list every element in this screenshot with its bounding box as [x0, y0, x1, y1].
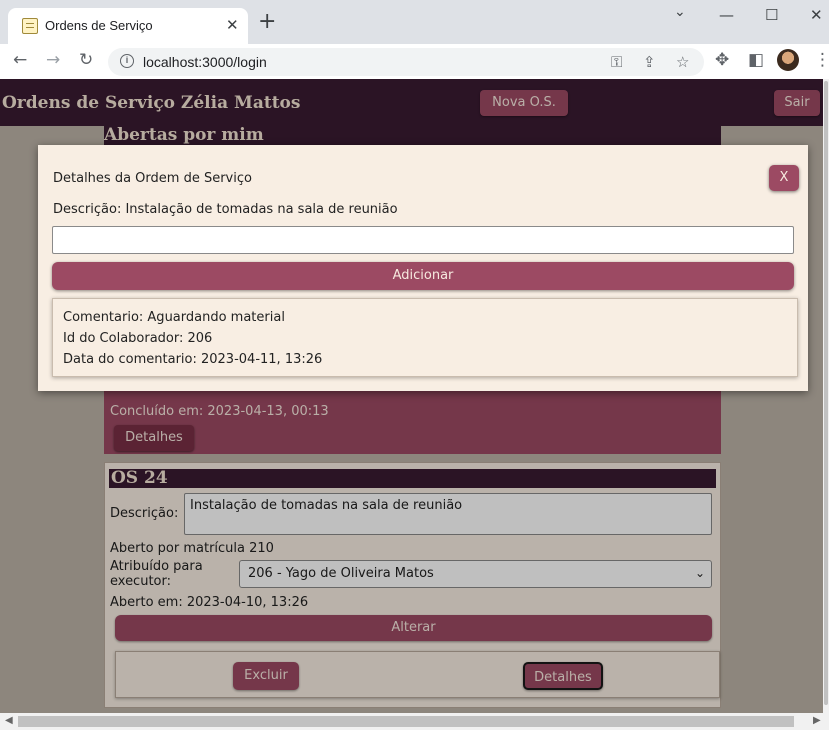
site-info-icon[interactable]: i	[120, 54, 134, 68]
tab-search-chevron-icon[interactable]: ⌄	[674, 4, 686, 20]
comment-date: Data do comentario: 2023-04-11, 13:26	[63, 352, 323, 367]
page-favicon-icon	[22, 18, 38, 34]
window-close-icon[interactable]: ✕	[810, 6, 823, 24]
new-tab-icon[interactable]: +	[258, 11, 276, 33]
scroll-right-icon[interactable]: ▶	[813, 715, 821, 726]
vertical-scrollbar[interactable]	[823, 79, 829, 713]
modal-title: Detalhes da Ordem de Serviço	[53, 171, 252, 186]
side-panel-icon[interactable]: ◧	[748, 50, 764, 70]
vertical-scroll-thumb[interactable]	[824, 81, 828, 705]
profile-avatar[interactable]	[777, 49, 799, 71]
extensions-puzzle-icon[interactable]: ✥	[715, 50, 729, 70]
back-arrow-icon[interactable]: ←	[13, 50, 27, 70]
page-viewport: Ordens de Serviço Zélia Mattos Nova O.S.…	[0, 79, 829, 713]
comment-collaborator: Id do Colaborador: 206	[63, 331, 213, 346]
reload-icon[interactable]: ↻	[79, 50, 93, 70]
browser-tab-strip: Ordens de Serviço ✕ + ⌄ — ☐ ✕	[0, 0, 829, 44]
window-minimize-icon[interactable]: —	[719, 6, 734, 24]
modal-close-button[interactable]: X	[769, 165, 799, 191]
browser-tab[interactable]: Ordens de Serviço ✕	[8, 8, 248, 44]
horizontal-scrollbar[interactable]: ◀ ▶	[0, 713, 829, 730]
share-icon[interactable]: ⇪	[643, 53, 656, 71]
modal-description: Descrição: Instalação de tomadas na sala…	[53, 202, 398, 217]
address-url[interactable]: localhost:3000/login	[143, 54, 267, 70]
address-bar[interactable]: i localhost:3000/login ⚿ ⇪ ☆	[108, 48, 704, 76]
comment-item: Comentario: Aguardando material Id do Co…	[52, 298, 798, 377]
window-restore-icon[interactable]: ☐	[765, 6, 778, 24]
comment-input[interactable]	[52, 226, 794, 254]
os-details-modal: Detalhes da Ordem de Serviço X Descrição…	[38, 145, 808, 391]
scroll-left-icon[interactable]: ◀	[5, 715, 13, 726]
horizontal-scroll-thumb[interactable]	[18, 716, 794, 727]
add-comment-button[interactable]: Adicionar	[52, 262, 794, 290]
tab-close-icon[interactable]: ✕	[226, 16, 239, 34]
forward-arrow-icon[interactable]: →	[46, 50, 60, 70]
browser-toolbar: ← → ↻ i localhost:3000/login ⚿ ⇪ ☆ ✥ ◧ ⋮	[0, 44, 829, 79]
key-icon[interactable]: ⚿	[611, 53, 622, 71]
comment-text: Comentario: Aguardando material	[63, 310, 285, 325]
bookmark-star-icon[interactable]: ☆	[676, 53, 689, 71]
browser-menu-icon[interactable]: ⋮	[814, 50, 829, 70]
tab-title: Ordens de Serviço	[45, 18, 153, 33]
